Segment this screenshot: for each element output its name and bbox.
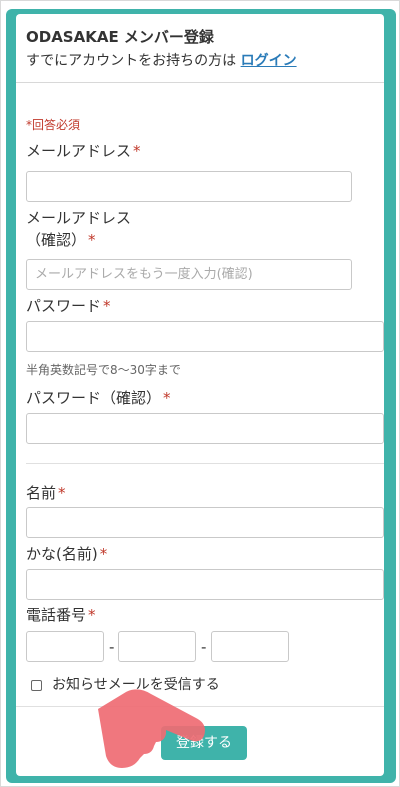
login-prompt-text: すでにアカウントをお持ちの方は <box>26 53 237 69</box>
kana-field[interactable] <box>26 569 384 600</box>
name-label-text: 名前 <box>26 484 57 502</box>
phone-label-text: 電話番号 <box>26 606 87 624</box>
password-confirm-label-text: パスワード（確認） <box>26 389 162 407</box>
page-title: ODASAKAE メンバー登録 <box>26 28 214 46</box>
password-confirm-label: パスワード（確認） * <box>26 387 171 409</box>
required-mark: * <box>58 484 66 502</box>
password-field[interactable] <box>26 321 384 352</box>
email-confirm-label-line2: （確認） * <box>26 229 131 251</box>
phone-label: 電話番号 * <box>26 604 96 626</box>
required-mark: * <box>99 545 108 563</box>
password-confirm-field[interactable] <box>26 413 384 444</box>
kana-label: かな(名前) * <box>26 543 107 565</box>
password-label-text: パスワード <box>26 297 102 315</box>
name-field[interactable] <box>26 507 384 538</box>
phone-field-1[interactable] <box>26 631 104 662</box>
newsletter-checkbox[interactable] <box>31 680 42 691</box>
required-mark: * <box>103 297 111 315</box>
phone-separator: - <box>201 638 207 656</box>
email-confirm-label-line1: メールアドレス <box>26 209 132 227</box>
card-header: ODASAKAE メンバー登録 すでにアカウントをお持ちの方は ログイン <box>16 14 384 83</box>
login-prompt: すでにアカウントをお持ちの方は ログイン <box>26 50 297 70</box>
login-link[interactable]: ログイン <box>241 53 297 69</box>
required-mark: * <box>88 606 96 624</box>
pointing-hand-icon <box>98 689 205 768</box>
phone-field-3[interactable] <box>211 631 289 662</box>
email-confirm-field[interactable] <box>26 259 352 290</box>
registration-card: ODASAKAE メンバー登録 すでにアカウントをお持ちの方は ログイン *回答… <box>16 14 384 776</box>
password-hint: 半角英数記号で8〜30字まで <box>26 363 181 377</box>
section-divider <box>26 463 384 464</box>
required-note: *回答必須 <box>26 118 81 132</box>
email-field[interactable] <box>26 171 352 202</box>
phone-separator: - <box>109 638 115 656</box>
email-confirm-label: メールアドレス （確認） * <box>26 207 131 251</box>
name-label: 名前 * <box>26 482 66 504</box>
kana-label-text: かな(名前) <box>26 545 98 563</box>
required-mark: * <box>88 231 96 249</box>
email-confirm-label-text: （確認） <box>26 231 87 249</box>
email-label-text: メールアドレス <box>26 142 132 160</box>
phone-field-2[interactable] <box>118 631 196 662</box>
required-mark: * <box>163 389 171 407</box>
required-mark: * <box>133 142 141 160</box>
email-label: メールアドレス * <box>26 140 141 162</box>
password-label: パスワード * <box>26 295 111 317</box>
